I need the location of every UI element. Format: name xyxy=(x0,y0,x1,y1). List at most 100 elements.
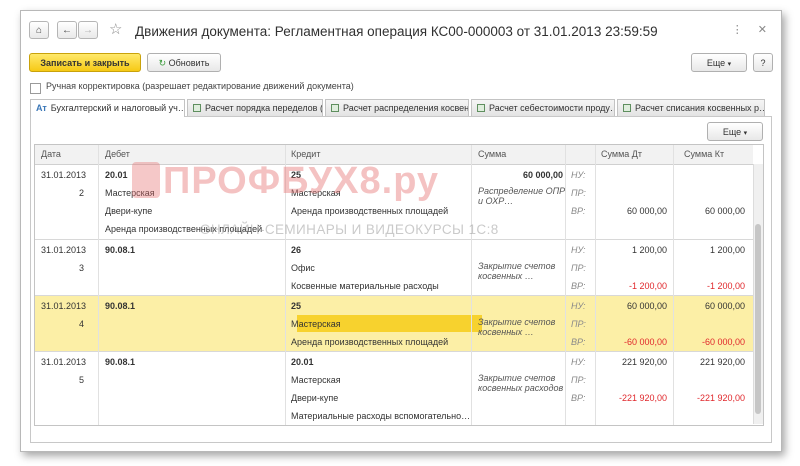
manual-adjust-checkbox[interactable] xyxy=(30,83,41,94)
entry-content: Закрытие счетов косвенных расходов xyxy=(478,373,564,393)
tab-label: Расчет списания косвенных р… xyxy=(635,103,765,113)
credit-account: 25 xyxy=(291,301,302,311)
pr-label: ПР: xyxy=(571,188,586,198)
nu-label: НУ: xyxy=(571,357,586,367)
column-divider xyxy=(98,145,99,425)
tab-indirect-writeoff[interactable]: Расчет списания косвенных р… xyxy=(617,99,765,116)
refresh-label: Обновить xyxy=(168,58,210,68)
vr-amount-kt: -221 920,00 xyxy=(696,393,745,403)
window-controls[interactable]: ⋮ ✕ xyxy=(732,23,773,36)
debit-account: 90.08.1 xyxy=(105,245,136,255)
credit-account: 26 xyxy=(291,245,302,255)
column-divider xyxy=(471,145,472,425)
col-credit[interactable]: Кредит xyxy=(291,149,320,159)
debit-subconto-3: Аренда производственных площадей xyxy=(105,224,263,234)
back-button[interactable]: ← xyxy=(57,21,77,39)
vr-amount-kt: -60 000,00 xyxy=(701,337,745,347)
entry-date: 31.01.2013 xyxy=(41,170,87,180)
help-button[interactable]: ? xyxy=(753,53,773,72)
register-table-icon xyxy=(623,104,631,112)
vr-label: ВР: xyxy=(571,206,586,216)
command-bar: Записать и закрыть ↻ Обновить Еще ▾ ? xyxy=(21,51,781,75)
col-debit[interactable]: Дебет xyxy=(105,149,130,159)
entry-date: 31.01.2013 xyxy=(41,357,87,367)
col-date[interactable]: Дата xyxy=(41,149,61,159)
arrow-left-icon: ← xyxy=(62,25,72,36)
vertical-scrollbar[interactable] xyxy=(753,164,763,424)
tab-label: Расчет распределения косвен… xyxy=(343,103,469,113)
nu-label: НУ: xyxy=(571,301,586,311)
tab-label: Расчет порядка переделов (1) xyxy=(205,103,323,113)
credit-account: 20.01 xyxy=(291,357,314,367)
vr-amount-dt: -60 000,00 xyxy=(623,337,667,347)
pr-label: ПР: xyxy=(571,375,586,385)
credit-account: 25 xyxy=(291,170,302,180)
entry-content: Распределение ОПР и ОХР… xyxy=(478,186,566,206)
col-amount-dt[interactable]: Сумма Дт xyxy=(601,149,642,159)
accounting-register-icon: Ат xyxy=(36,103,47,113)
credit-subconto-1: Мастерская xyxy=(291,319,341,329)
tab-redistribution-order[interactable]: Расчет порядка переделов (1) xyxy=(187,99,323,116)
credit-subconto-2: Аренда производственных площадей xyxy=(291,337,449,347)
nu-amount-dt: 60 000,00 xyxy=(626,301,667,311)
register-table-icon xyxy=(331,104,339,112)
entry-number: 3 xyxy=(79,263,85,273)
nu-label: НУ: xyxy=(571,170,586,180)
manual-adjust-label: Ручная корректировка (разрешает редактир… xyxy=(46,81,354,91)
vr-label: ВР: xyxy=(571,281,586,291)
nu-amount-kt: 221 920,00 xyxy=(699,357,745,367)
save-and-close-button[interactable]: Записать и закрыть xyxy=(29,53,141,72)
column-divider xyxy=(565,145,566,425)
window-title: Движения документа: Регламентная операци… xyxy=(135,24,658,39)
column-divider xyxy=(285,145,286,425)
table-row[interactable]: 31.01.2013 5 90.08.1 20.01 Мастерская Дв… xyxy=(35,352,753,425)
col-amount-kt[interactable]: Сумма Кт xyxy=(684,149,724,159)
tab-label: Расчет себестоимости проду… xyxy=(489,103,615,113)
tab-accounting-tax[interactable]: Ат Бухгалтерский и налоговый уч… xyxy=(30,99,185,117)
tab-label: Бухгалтерский и налоговый уч… xyxy=(50,103,185,113)
credit-subconto-1: Мастерская xyxy=(291,188,341,198)
home-button[interactable]: ⌂ xyxy=(29,21,49,39)
credit-subconto-1: Мастерская xyxy=(291,375,341,385)
forward-button[interactable]: → xyxy=(78,21,98,39)
credit-subconto-2: Аренда производственных площадей xyxy=(291,206,449,216)
tab-indirect-distribution[interactable]: Расчет распределения косвен… xyxy=(325,99,469,116)
nu-amount-kt: 1 200,00 xyxy=(709,245,745,255)
entry-number: 2 xyxy=(79,188,85,198)
chevron-down-icon: ▾ xyxy=(743,130,748,137)
table-row-selected[interactable]: 31.01.2013 4 90.08.1 25 Мастерская Аренд… xyxy=(35,296,753,352)
column-divider xyxy=(595,145,596,425)
nu-label: НУ: xyxy=(571,245,586,255)
table-row[interactable]: 31.01.2013 3 90.08.1 26 Офис Косвенные м… xyxy=(35,240,753,296)
table-more-label: Еще xyxy=(722,127,742,137)
refresh-button[interactable]: ↻ Обновить xyxy=(147,53,221,72)
nu-amount-kt: 60 000,00 xyxy=(704,301,745,311)
entry-date: 31.01.2013 xyxy=(41,245,87,255)
vr-label: ВР: xyxy=(571,337,586,347)
entry-content: Закрытие счетов косвенных … xyxy=(478,261,556,281)
more-button[interactable]: Еще ▾ xyxy=(691,53,747,72)
debit-account: 20.01 xyxy=(105,170,128,180)
favorite-star-icon[interactable]: ☆ xyxy=(109,20,122,38)
register-table-icon xyxy=(477,104,485,112)
debit-account: 90.08.1 xyxy=(105,301,136,311)
table-more-button[interactable]: Еще ▾ xyxy=(707,122,763,141)
column-divider xyxy=(673,145,674,425)
debit-subconto-2: Двери-купе xyxy=(105,206,153,216)
vr-label: ВР: xyxy=(571,393,586,403)
vr-amount-kt: 60 000,00 xyxy=(704,206,745,216)
scrollbar-thumb[interactable] xyxy=(755,224,761,414)
credit-subconto-3: Материальные расходы вспомогательно… xyxy=(291,411,471,421)
tab-production-cost[interactable]: Расчет себестоимости проду… xyxy=(471,99,615,116)
col-amount[interactable]: Сумма xyxy=(478,149,506,159)
entry-number: 4 xyxy=(79,319,85,329)
vr-amount-dt: 60 000,00 xyxy=(626,206,667,216)
entry-number: 5 xyxy=(79,375,85,385)
entry-date: 31.01.2013 xyxy=(41,301,87,311)
entry-amount: 60 000,00 xyxy=(522,170,563,180)
tab-strip: Ат Бухгалтерский и налоговый уч… Расчет п… xyxy=(30,99,772,117)
vr-amount-dt: -1 200,00 xyxy=(628,281,667,291)
title-bar: ⌂ ← → ☆ Движения документа: Регламентная… xyxy=(21,11,781,45)
register-table-icon xyxy=(193,104,201,112)
home-icon: ⌂ xyxy=(35,25,43,36)
